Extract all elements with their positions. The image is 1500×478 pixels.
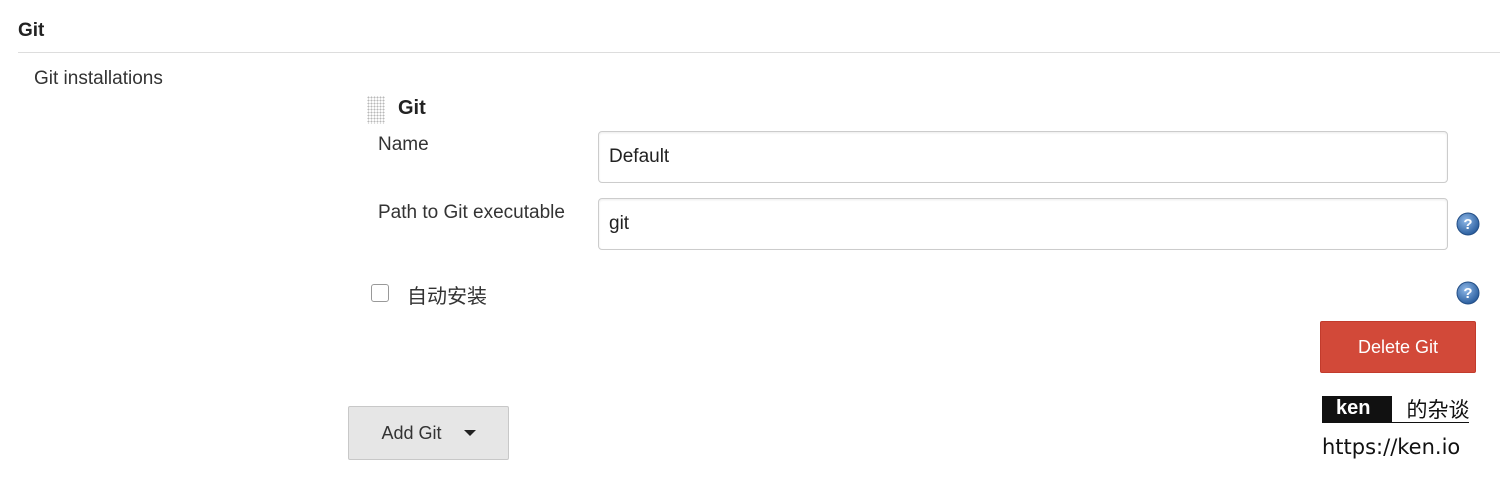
watermark-brand: ken <box>1322 395 1393 422</box>
path-input[interactable] <box>598 198 1448 250</box>
add-git-label: Add Git <box>381 422 442 443</box>
name-label: Name <box>378 134 429 155</box>
svg-text:?: ? <box>1463 216 1472 233</box>
add-git-button[interactable]: Add Git <box>348 406 509 460</box>
section-divider <box>18 52 1500 53</box>
delete-git-button[interactable]: Delete Git <box>1320 321 1476 373</box>
svg-text:?: ? <box>1463 285 1472 302</box>
section-title: Git <box>18 20 45 41</box>
watermark-suffix: 的杂谈 <box>1406 397 1470 422</box>
help-icon[interactable]: ? <box>1456 281 1480 305</box>
drag-handle-icon[interactable] <box>367 96 385 124</box>
installations-label: Git installations <box>34 68 163 89</box>
auto-install-checkbox[interactable] <box>371 284 389 302</box>
installation-title: Git <box>398 97 426 119</box>
watermark-url: https://ken.io <box>1322 435 1461 459</box>
name-input[interactable] <box>598 131 1448 183</box>
chevron-down-icon <box>463 430 476 436</box>
path-label: Path to Git executable <box>378 202 565 223</box>
delete-git-label: Delete Git <box>1357 336 1439 357</box>
help-icon[interactable]: ? <box>1456 212 1480 236</box>
auto-install-label: 自动安装 <box>407 284 487 308</box>
watermark: ken 的杂谈 <box>1322 395 1470 423</box>
